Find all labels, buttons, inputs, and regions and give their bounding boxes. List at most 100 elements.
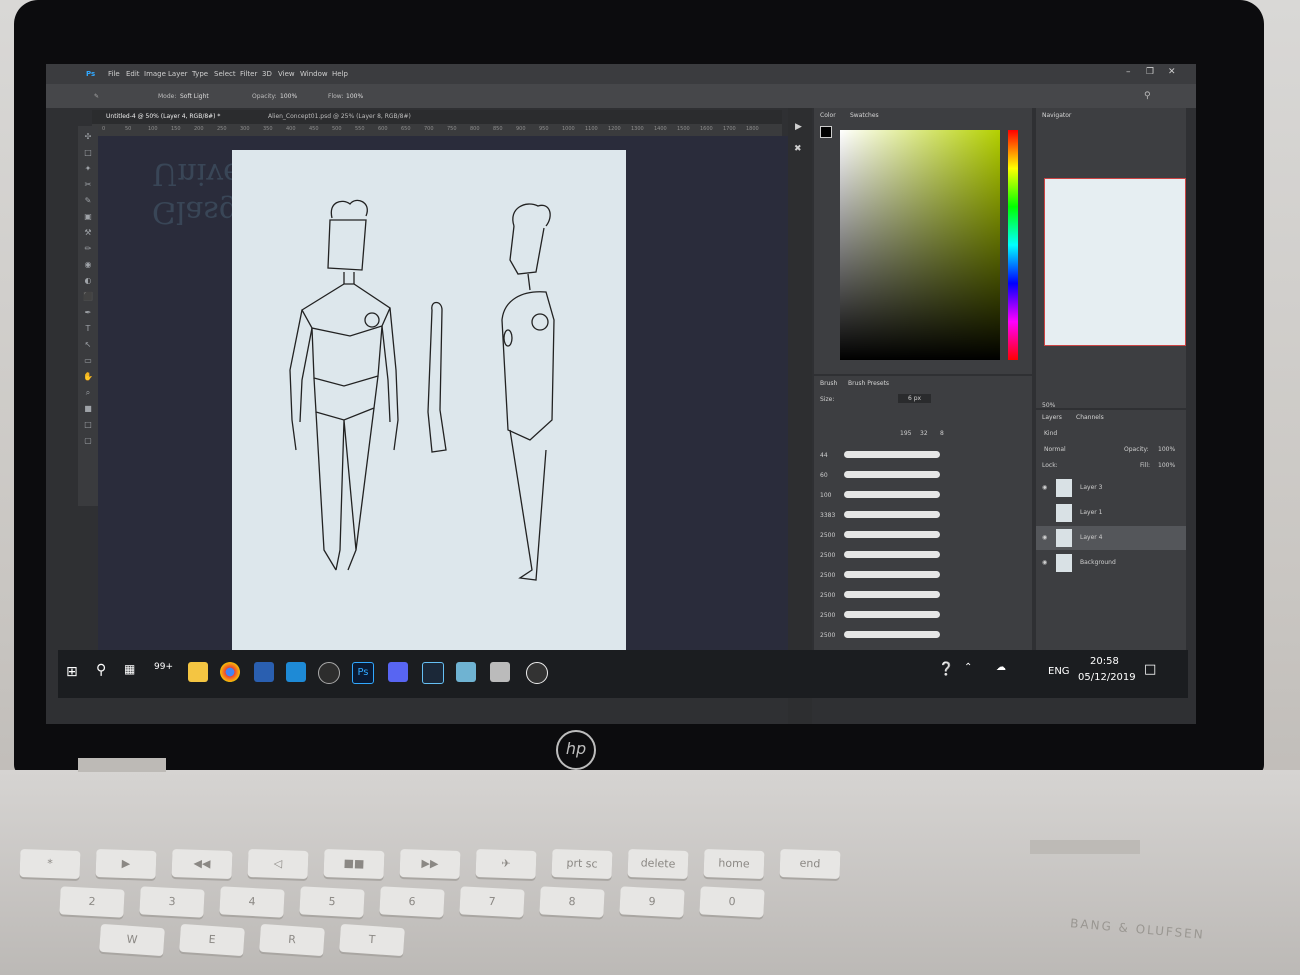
brush-preset-item[interactable]: 2500 <box>818 606 1018 624</box>
powershell-icon[interactable] <box>254 662 274 682</box>
photoshop-taskbar-icon[interactable]: Ps <box>352 662 374 684</box>
tool-icon[interactable]: □ <box>82 148 94 158</box>
tool-icon[interactable]: T <box>82 324 94 334</box>
chrome-icon[interactable] <box>220 662 240 682</box>
eye-icon[interactable]: ◉ <box>1042 484 1047 491</box>
layer-row[interactable]: ◉ Background <box>1036 551 1186 575</box>
windows-start-icon[interactable]: ⊞ <box>66 664 78 680</box>
brush-preset-item[interactable]: 2500 <box>818 526 1018 544</box>
brush-preset-item[interactable]: 2500 <box>818 626 1018 644</box>
tools-icon[interactable]: ✖ <box>794 144 802 154</box>
brush-preset-item[interactable]: 100 <box>818 486 1018 504</box>
chevron-up-icon[interactable]: ⌃ <box>964 662 972 673</box>
tool-icon[interactable]: □ <box>82 420 94 430</box>
tab-alien-concept[interactable]: Alien_Concept01.psd @ 25% (Layer 8, RGB/… <box>268 113 411 120</box>
brush-preset-item[interactable]: 3383 <box>818 506 1018 524</box>
tool-icon[interactable]: ✂ <box>82 180 94 190</box>
menu-file[interactable]: File <box>108 70 120 78</box>
help-icon[interactable]: ❔ <box>938 662 954 677</box>
obs-icon[interactable] <box>526 662 548 684</box>
tab-swatches[interactable]: Swatches <box>850 112 879 119</box>
tool-icon[interactable]: ⬛ <box>82 292 94 302</box>
hue-slider[interactable] <box>1008 130 1018 360</box>
blend-mode-select[interactable]: Normal <box>1044 446 1066 453</box>
menu-type[interactable]: Type <box>192 70 208 78</box>
color-picker-field[interactable] <box>840 130 1000 360</box>
document-canvas[interactable] <box>232 150 626 652</box>
task-view-icon[interactable]: ▦ <box>124 662 135 676</box>
minimize-icon[interactable]: – <box>1126 67 1131 77</box>
file-explorer-icon[interactable] <box>188 662 208 682</box>
tool-icon[interactable]: ✏ <box>82 244 94 254</box>
browser-icon[interactable] <box>318 662 340 684</box>
tab-brush[interactable]: Brush <box>820 380 837 387</box>
tool-icon[interactable]: ⚒ <box>82 228 94 238</box>
brush-preset-item[interactable]: 2500 <box>818 566 1018 584</box>
layer-kind-filter[interactable]: Kind <box>1044 430 1057 437</box>
tool-icon[interactable]: ■ <box>82 404 94 414</box>
steam-icon[interactable] <box>422 662 444 684</box>
tool-icon[interactable]: ▭ <box>82 356 94 366</box>
layer-row[interactable]: ◉ Layer 4 <box>1036 526 1186 550</box>
paint-icon[interactable] <box>456 662 476 682</box>
tool-icon[interactable]: ✎ <box>82 196 94 206</box>
brush-size-input[interactable]: 6 px <box>898 394 932 403</box>
clock-date[interactable]: 05/12/2019 <box>1078 672 1136 683</box>
opacity-input[interactable]: 100% <box>280 93 297 100</box>
menu-image[interactable]: Image <box>144 70 166 78</box>
mode-select[interactable]: Soft Light <box>180 93 209 100</box>
search-taskbar-icon[interactable]: ⚲ <box>96 662 106 678</box>
close-icon[interactable]: ✕ <box>1168 67 1176 77</box>
brush-tool-icon[interactable]: ✎ <box>94 93 99 100</box>
menu-select[interactable]: Select <box>214 70 236 78</box>
layer-opacity-input[interactable]: 100% <box>1158 446 1175 453</box>
brush-preset-item[interactable]: 60 <box>818 466 1018 484</box>
tool-icon[interactable]: ▣ <box>82 212 94 222</box>
navigator-thumbnail[interactable] <box>1044 178 1186 346</box>
search-icon[interactable]: ⚲ <box>1144 91 1151 101</box>
menu-view[interactable]: View <box>278 70 295 78</box>
layer-row[interactable]: ◉ Layer 3 <box>1036 476 1186 500</box>
tool-icon[interactable]: ✒ <box>82 308 94 318</box>
foreground-color-swatch[interactable] <box>820 126 832 138</box>
navigator-zoom[interactable]: 50% <box>1042 402 1055 409</box>
tab-channels[interactable]: Channels <box>1076 414 1104 421</box>
menu-layer[interactable]: Layer <box>168 70 188 78</box>
vscode-icon[interactable] <box>286 662 306 682</box>
tab-layers[interactable]: Layers <box>1042 414 1062 421</box>
fill-input[interactable]: 100% <box>1158 462 1175 469</box>
menu-help[interactable]: Help <box>332 70 348 78</box>
clock-time[interactable]: 20:58 <box>1090 656 1119 667</box>
tab-untitled-4[interactable]: Untitled-4 @ 50% (Layer 4, RGB/8#) * <box>106 113 220 120</box>
tab-navigator[interactable]: Navigator <box>1042 112 1071 119</box>
flow-input[interactable]: 100% <box>346 93 363 100</box>
cloud-icon[interactable]: ☁ <box>996 662 1006 673</box>
eye-icon[interactable]: ◉ <box>1042 559 1047 566</box>
weather-badge[interactable]: 99+ <box>154 662 173 672</box>
brush-preset-item[interactable]: 44 <box>818 446 1018 464</box>
brush-preset-item[interactable]: 2500 <box>818 546 1018 564</box>
tool-icon[interactable]: ↖ <box>82 340 94 350</box>
layer-row[interactable]: Layer 1 <box>1036 501 1186 525</box>
eye-icon[interactable]: ◉ <box>1042 534 1047 541</box>
menu-3d[interactable]: 3D <box>262 70 272 78</box>
mixer-icon[interactable] <box>490 662 510 682</box>
tool-icon[interactable]: ◉ <box>82 260 94 270</box>
notifications-icon[interactable]: □ <box>1144 662 1156 677</box>
tab-brush-presets[interactable]: Brush Presets <box>848 380 889 387</box>
tool-icon[interactable]: ◐ <box>82 276 94 286</box>
language-indicator[interactable]: ENG <box>1048 666 1070 677</box>
menu-window[interactable]: Window <box>300 70 328 78</box>
discord-icon[interactable] <box>388 662 408 682</box>
tool-icon[interactable]: ▢ <box>82 436 94 446</box>
tool-icon[interactable]: ✋ <box>82 372 94 382</box>
tool-icon[interactable]: ⌕ <box>82 388 94 398</box>
menu-filter[interactable]: Filter <box>240 70 257 78</box>
tool-icon[interactable]: ✦ <box>82 164 94 174</box>
tool-icon[interactable]: ✣ <box>82 132 94 142</box>
tab-color[interactable]: Color <box>820 112 836 119</box>
brush-preset-item[interactable]: 2500 <box>818 586 1018 604</box>
menu-edit[interactable]: Edit <box>126 70 140 78</box>
restore-icon[interactable]: ❐ <box>1146 67 1154 77</box>
play-icon[interactable]: ▶ <box>795 122 802 132</box>
